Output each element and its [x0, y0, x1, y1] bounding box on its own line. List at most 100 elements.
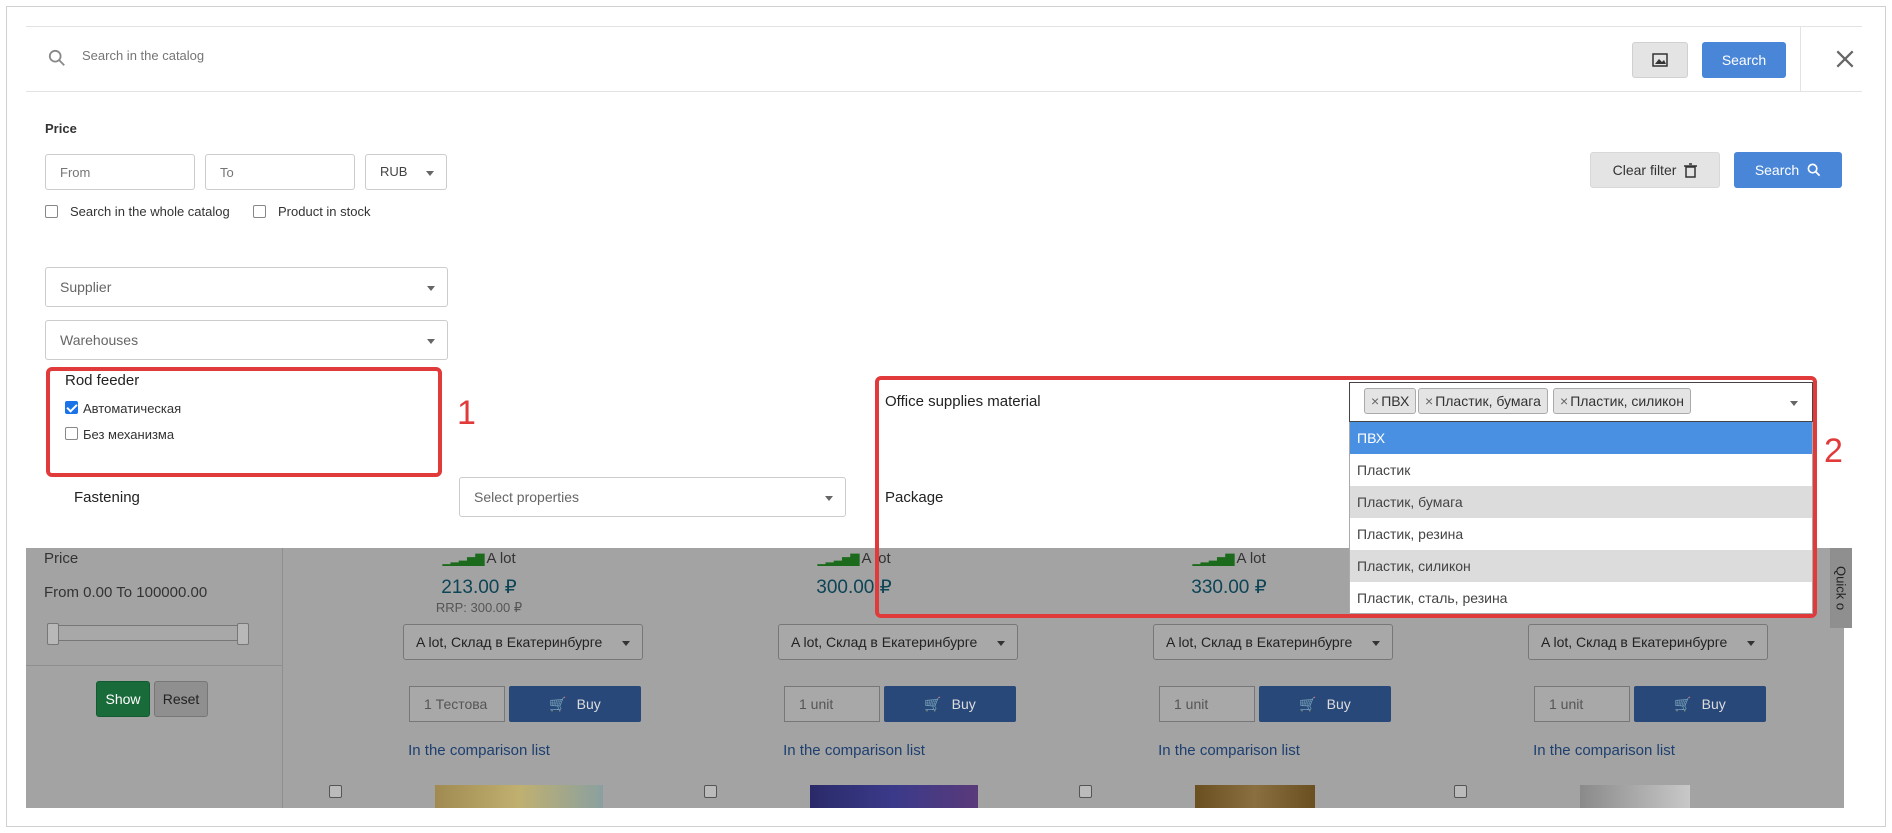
- close-icon[interactable]: [1834, 48, 1856, 70]
- whole-catalog-label: Search in the whole catalog: [70, 204, 230, 219]
- annotation-number-1: 1: [457, 394, 476, 432]
- rod-feeder-title: Rod feeder: [65, 372, 140, 389]
- reset-button[interactable]: Reset: [154, 681, 208, 717]
- remove-tag-icon[interactable]: ×: [1371, 393, 1379, 409]
- office-material-label: Office supplies material: [885, 393, 1041, 410]
- cart-icon: 🛒: [924, 695, 942, 712]
- chevron-down-icon: [427, 339, 435, 344]
- in-stock-checkbox[interactable]: [253, 205, 266, 218]
- currency-select[interactable]: RUB: [365, 154, 447, 190]
- search-button[interactable]: Search: [1702, 42, 1786, 78]
- whole-catalog-checkbox[interactable]: [45, 205, 58, 218]
- image-icon: [1652, 53, 1668, 67]
- quantity-input[interactable]: 1 Тестова: [409, 686, 505, 722]
- chevron-down-icon: [427, 286, 435, 291]
- catalog-search-bar: Search: [26, 26, 1862, 92]
- trash-icon: [1684, 162, 1698, 178]
- price-to-input[interactable]: [205, 154, 355, 190]
- quantity-input[interactable]: 1 unit: [784, 686, 880, 722]
- stock-select[interactable]: A lot, Склад в Екатеринбурге: [778, 624, 1018, 660]
- image-search-button[interactable]: [1632, 42, 1688, 78]
- compare-link[interactable]: In the comparison list: [634, 742, 1074, 759]
- show-button[interactable]: Show: [96, 681, 150, 717]
- cart-icon: 🛒: [1299, 695, 1317, 712]
- warehouses-select[interactable]: Warehouses: [45, 320, 448, 360]
- header-divider: [1800, 27, 1801, 91]
- supplier-select[interactable]: Supplier: [45, 267, 448, 307]
- price-range-slider[interactable]: [47, 623, 249, 645]
- product-thumbnail[interactable]: [810, 785, 978, 808]
- warehouses-placeholder: Warehouses: [60, 332, 139, 348]
- search-icon: [1807, 163, 1821, 177]
- rod-feeder-option-label: Без механизма: [83, 427, 175, 442]
- annotation-number-2: 2: [1824, 432, 1843, 470]
- supplier-placeholder: Supplier: [60, 279, 112, 295]
- price-from-input[interactable]: [45, 154, 195, 190]
- rod-feeder-option-label: Автоматическая: [83, 401, 182, 416]
- product-rrp: RRP: 300.00 ₽: [435, 600, 523, 615]
- filter-search-button[interactable]: Search: [1734, 152, 1842, 188]
- in-stock-label: Product in stock: [278, 204, 371, 219]
- buy-button[interactable]: 🛒 Buy: [1259, 686, 1391, 722]
- sidebar-divider: [26, 665, 283, 666]
- rod-feeder-option-no-mechanism[interactable]: [65, 427, 78, 440]
- slider-handle-min[interactable]: [47, 623, 59, 645]
- remove-tag-icon[interactable]: ×: [1560, 393, 1568, 409]
- office-material-multiselect[interactable]: × ПВХ × Пластик, бумага × Пластик, силикон: [1349, 382, 1813, 422]
- stock-select[interactable]: A lot, Склад в Екатеринбурге: [1153, 624, 1393, 660]
- availability: ▁▂▃▅▇ A lot: [442, 550, 516, 567]
- price-label: Price: [45, 121, 77, 136]
- signal-bars-icon: ▁▂▃▅▇: [442, 552, 484, 566]
- product-thumbnail[interactable]: [1195, 785, 1315, 808]
- fastening-select[interactable]: Select properties: [459, 477, 846, 517]
- rod-feeder-option-automatic[interactable]: [65, 401, 78, 414]
- selected-tag[interactable]: × ПВХ: [1364, 388, 1417, 414]
- cart-icon: 🛒: [549, 695, 567, 712]
- search-icon: [48, 49, 65, 66]
- stock-select[interactable]: A lot, Склад в Екатеринбурге: [403, 624, 643, 660]
- product-price: 213.00 ₽: [441, 577, 517, 598]
- buy-button[interactable]: 🛒 Buy: [1634, 686, 1766, 722]
- stock-select[interactable]: A lot, Склад в Екатеринбурге: [1528, 624, 1768, 660]
- product-checkbox[interactable]: [329, 785, 342, 798]
- dropdown-option[interactable]: Пластик, силикон: [1350, 550, 1812, 582]
- slider-handle-max[interactable]: [237, 623, 249, 645]
- quick-order-tab[interactable]: Quick o: [1830, 548, 1852, 628]
- buy-button[interactable]: 🛒 Buy: [509, 686, 641, 722]
- fastening-placeholder: Select properties: [474, 489, 580, 505]
- package-label: Package: [885, 489, 944, 506]
- dropdown-option[interactable]: Пластик, бумага: [1350, 486, 1812, 518]
- selected-tag[interactable]: × Пластик, силикон: [1553, 388, 1691, 414]
- catalog-sidebar: Price From 0.00 To 100000.00 Show Reset: [26, 548, 283, 808]
- product-checkbox[interactable]: [1079, 785, 1092, 798]
- clear-filter-button[interactable]: Clear filter: [1590, 152, 1720, 188]
- currency-value: RUB: [380, 164, 408, 179]
- chevron-down-icon: [426, 171, 434, 176]
- chevron-down-icon: [1790, 401, 1798, 406]
- quantity-input[interactable]: 1 unit: [1159, 686, 1255, 722]
- dropdown-option[interactable]: Пластик: [1350, 454, 1812, 486]
- selected-tag[interactable]: × Пластик, бумага: [1418, 388, 1548, 414]
- compare-link[interactable]: In the comparison list: [1009, 742, 1449, 759]
- sidebar-price-range: From 0.00 To 100000.00: [44, 584, 208, 601]
- remove-tag-icon[interactable]: ×: [1425, 393, 1433, 409]
- fastening-label: Fastening: [74, 489, 140, 506]
- cart-icon: 🛒: [1674, 695, 1692, 712]
- compare-link[interactable]: In the comparison list: [259, 742, 699, 759]
- sidebar-price-label: Price: [44, 550, 79, 567]
- office-material-dropdown: ПВХ Пластик Пластик, бумага Пластик, рез…: [1349, 422, 1813, 614]
- buy-button[interactable]: 🛒 Buy: [884, 686, 1016, 722]
- dropdown-option[interactable]: Пластик, резина: [1350, 518, 1812, 550]
- product-thumbnail[interactable]: [1580, 785, 1690, 808]
- product-thumbnail[interactable]: [435, 785, 603, 808]
- quantity-input[interactable]: 1 unit: [1534, 686, 1630, 722]
- catalog-search-input[interactable]: [82, 48, 982, 63]
- signal-bars-icon: ▁▂▃▅▇: [817, 552, 859, 566]
- dropdown-option[interactable]: Пластик, сталь, резина: [1350, 582, 1812, 614]
- product-checkbox[interactable]: [1454, 785, 1467, 798]
- compare-link[interactable]: In the comparison list: [1384, 742, 1824, 759]
- chevron-down-icon: [825, 496, 833, 501]
- dropdown-option[interactable]: ПВХ: [1350, 422, 1812, 454]
- product-card: ▁▂▃▅▇ A lot 213.00 ₽ RRP: 300.00 ₽ A lot,…: [309, 548, 649, 808]
- product-checkbox[interactable]: [704, 785, 717, 798]
